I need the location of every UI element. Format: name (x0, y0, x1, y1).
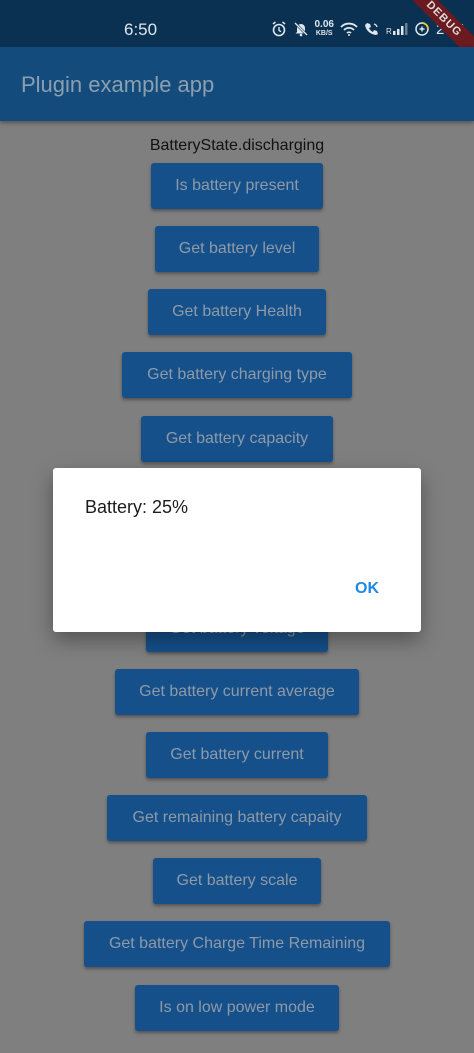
wifi-icon (340, 22, 358, 36)
alarm-icon (271, 21, 287, 37)
signal-icon: R (386, 22, 408, 36)
dialog-content: Battery: 25% (85, 497, 189, 517)
get-battery-current-average-button[interactable]: Get battery current average (115, 669, 359, 715)
get-battery-health-button[interactable]: Get battery Health (148, 289, 326, 335)
wifi-call-icon (364, 21, 380, 37)
get-battery-scale-button[interactable]: Get battery scale (153, 858, 321, 904)
get-battery-current-button[interactable]: Get battery current (146, 732, 328, 778)
battery-saver-icon (414, 21, 430, 37)
get-battery-level-button[interactable]: Get battery level (155, 226, 319, 272)
dialog-ok-button[interactable]: OK (355, 580, 379, 598)
status-time: 6:50 (124, 20, 158, 39)
battery-state-text: BatteryState.discharging (149, 137, 325, 154)
is-battery-present-button[interactable]: Is battery present (151, 163, 323, 209)
get-battery-capacity-button[interactable]: Get battery capacity (141, 416, 333, 462)
alert-dialog: Battery: 25% OK (53, 468, 421, 632)
get-battery-charge-time-remaining-button[interactable]: Get battery Charge Time Remaining (84, 921, 390, 967)
net-speed-unit: KB/S (315, 30, 333, 37)
app-bar-title: Plugin example app (21, 72, 215, 97)
net-speed: 0.06 KB/S (315, 20, 334, 38)
get-battery-charging-type-button[interactable]: Get battery charging type (122, 352, 352, 398)
is-on-low-power-mode-button[interactable]: Is on low power mode (135, 985, 339, 1031)
app-bar: Plugin example app (0, 47, 474, 121)
net-speed-value: 0.06 (314, 19, 334, 30)
status-bar: 6:50 0.06 KB/S R 25% (0, 0, 474, 47)
svg-text:R: R (386, 27, 392, 36)
mute-bell-icon (293, 21, 309, 37)
get-remaining-battery-capacity-button[interactable]: Get remaining battery capaity (107, 795, 367, 841)
